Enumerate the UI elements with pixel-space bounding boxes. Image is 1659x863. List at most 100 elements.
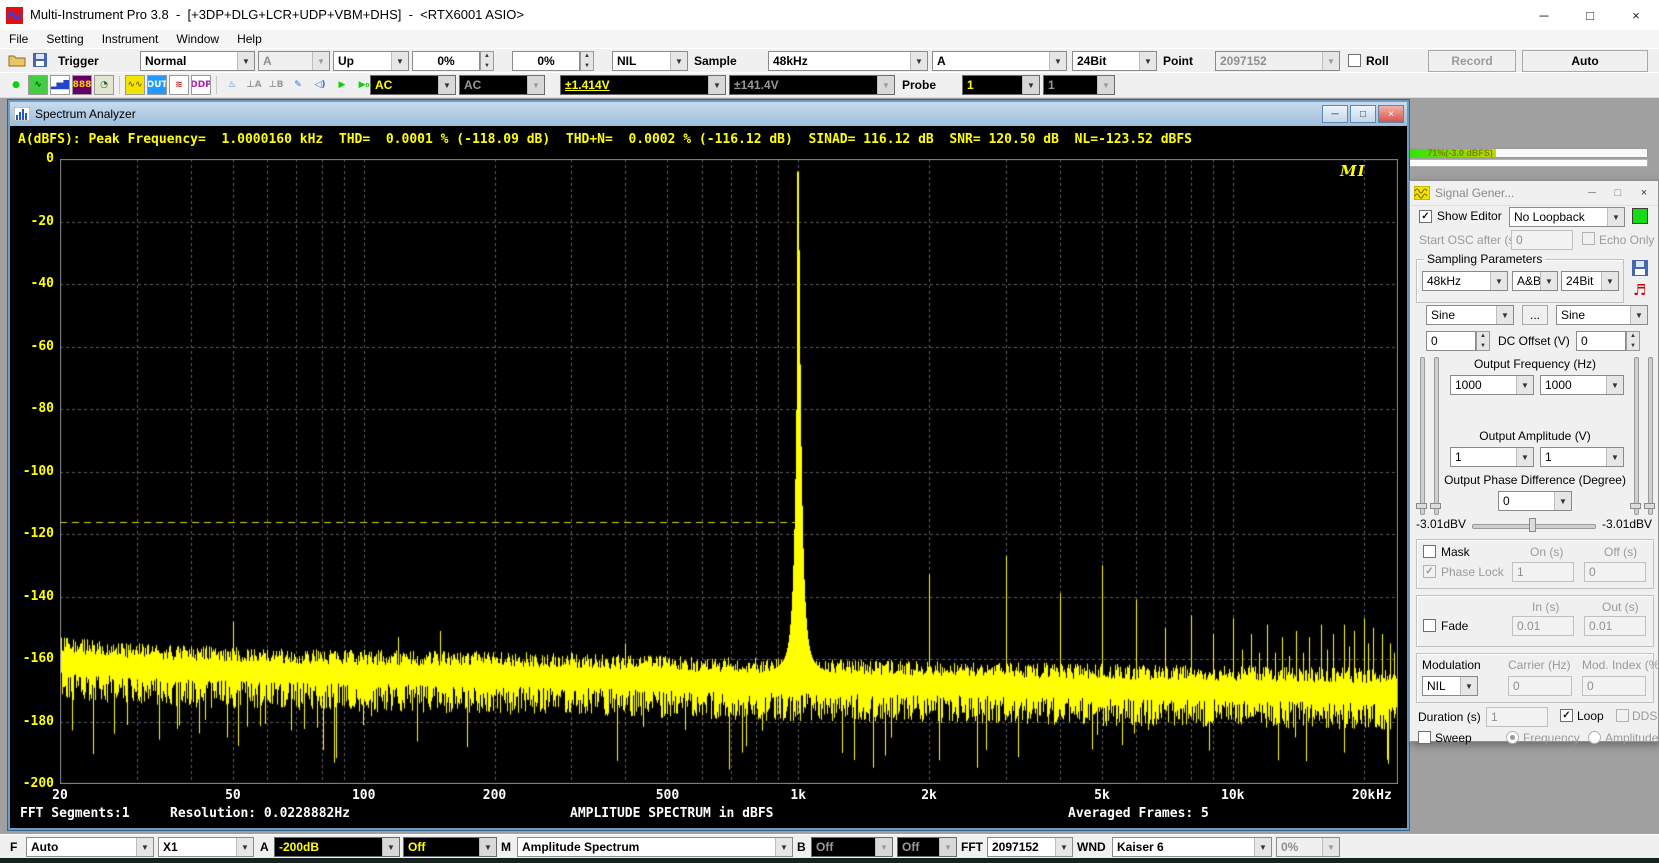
- chevron-down-icon: ▼: [1460, 677, 1477, 695]
- phase-combo[interactable]: 0▼: [1498, 491, 1572, 511]
- frequency-mode-combo[interactable]: Auto▼: [26, 837, 154, 857]
- menu-instrument[interactable]: Instrument: [93, 32, 168, 46]
- music-note-icon[interactable]: ♬: [1633, 281, 1646, 299]
- sample-rate-combo[interactable]: 48kHz▼: [768, 51, 928, 71]
- sound-device-icon[interactable]: ♨: [222, 75, 242, 95]
- range-a-combo[interactable]: ±1.414V▼: [560, 75, 726, 95]
- chevron-down-icon: ▼: [438, 76, 455, 94]
- spectrum-maximize-button[interactable]: □: [1350, 105, 1376, 123]
- device-test-plan-icon[interactable]: OUT: [147, 75, 167, 95]
- signal-generator-icon[interactable]: ∿∿: [125, 75, 145, 95]
- probe-a-combo[interactable]: 1▼: [962, 75, 1040, 95]
- spectrum-close-button[interactable]: ×: [1378, 105, 1404, 123]
- roll-checkbox[interactable]: [1348, 54, 1361, 67]
- close-button[interactable]: ×: [1613, 0, 1659, 30]
- trigger-mode-combo[interactable]: Normal▼: [140, 51, 255, 71]
- toolbar-separator: [119, 76, 120, 94]
- fade-checkbox[interactable]: [1423, 619, 1436, 632]
- a-mode-combo[interactable]: Off▼: [403, 837, 497, 857]
- trigger-delay-spinner[interactable]: ▲▼: [580, 51, 594, 71]
- spectrum-type-label: AMPLITUDE SPECTRUM in dBFS: [570, 806, 774, 821]
- menu-help[interactable]: Help: [228, 32, 271, 46]
- siggen-maximize-button[interactable]: □: [1606, 184, 1630, 202]
- amplitude-a-slider-track[interactable]: [1420, 357, 1425, 515]
- probe-calibration-icon[interactable]: ✎: [288, 75, 308, 95]
- output-phase-label: Output Phase Difference (Degree): [1416, 473, 1654, 487]
- menu-file[interactable]: File: [0, 32, 37, 46]
- dc-offset-a-spinner[interactable]: ▲▼: [1476, 331, 1490, 351]
- trigger-delay-field[interactable]: 0%: [512, 51, 580, 71]
- window-function-combo[interactable]: Kaiser 6▼: [1112, 837, 1272, 857]
- frequency-a-combo[interactable]: 1000▼: [1450, 375, 1534, 395]
- minimize-button[interactable]: ─: [1521, 0, 1567, 30]
- amplitude-b-slider-handle2[interactable]: [1644, 503, 1655, 509]
- amplitude-a-combo[interactable]: 1▼: [1450, 447, 1534, 467]
- spectrum-3d-plotter-icon[interactable]: ◔: [94, 75, 114, 95]
- amplitude-b-slider-track2[interactable]: [1648, 357, 1653, 515]
- dc-offset-a-field[interactable]: 0: [1426, 331, 1476, 351]
- measurement-mode-combo[interactable]: Amplitude Spectrum▼: [517, 837, 793, 857]
- menu-setting[interactable]: Setting: [37, 32, 92, 46]
- chevron-down-icon: ▼: [527, 76, 544, 94]
- sample-channel-combo[interactable]: A▼: [932, 51, 1067, 71]
- show-editor-checkbox[interactable]: ✓: [1419, 210, 1432, 223]
- siggen-close-button[interactable]: ×: [1632, 184, 1656, 202]
- run-icon[interactable]: ●: [6, 75, 26, 95]
- modulation-mode-combo[interactable]: NIL▼: [1422, 676, 1478, 696]
- save-waveform-icon[interactable]: [1631, 259, 1649, 282]
- amplitude-b-slider-track[interactable]: [1634, 357, 1639, 515]
- spectrum-titlebar[interactable]: Spectrum Analyzer ─ □ ×: [10, 102, 1407, 126]
- gen-sample-rate-combo[interactable]: 48kHz▼: [1422, 271, 1508, 291]
- spectrum-analyzer-icon[interactable]: ▂▅▇: [50, 75, 70, 95]
- generator-run-button[interactable]: [1632, 208, 1648, 224]
- amplitude-a-slider-handle2[interactable]: [1430, 503, 1441, 509]
- spectrum-plot[interactable]: [60, 159, 1398, 784]
- x-scale-combo[interactable]: X1▼: [158, 837, 254, 857]
- loop-checkbox[interactable]: ✓: [1560, 709, 1573, 722]
- sample-bits-combo[interactable]: 24Bit▼: [1072, 51, 1157, 71]
- multi-waves-icon[interactable]: ≋: [169, 75, 189, 95]
- oscilloscope-icon[interactable]: ∿: [28, 75, 48, 95]
- channel-a-ref-icon[interactable]: ⊥A: [244, 75, 264, 95]
- spectrum-minimize-button[interactable]: ─: [1322, 105, 1348, 123]
- dc-offset-b-field[interactable]: 0: [1576, 331, 1626, 351]
- menu-window[interactable]: Window: [167, 32, 228, 46]
- amplitude-b-combo[interactable]: 1▼: [1540, 447, 1624, 467]
- a-range-combo[interactable]: -200dB▼: [274, 837, 400, 857]
- waveform-b-combo[interactable]: Sine▼: [1556, 305, 1648, 325]
- trigger-edge-combo[interactable]: Up▼: [333, 51, 409, 71]
- trigger-level-field[interactable]: 0%: [412, 51, 480, 71]
- auto-button[interactable]: Auto: [1522, 50, 1648, 72]
- ddp-viewer-icon[interactable]: DDP: [191, 75, 211, 95]
- signal-generator-titlebar[interactable]: Signal Gener... ─ □ ×: [1410, 181, 1658, 206]
- coupling-a-combo[interactable]: AC▼: [370, 75, 456, 95]
- gen-bits-combo[interactable]: 24Bit▼: [1561, 271, 1619, 291]
- waveform-more-button[interactable]: ...: [1522, 305, 1548, 325]
- siggen-minimize-button[interactable]: ─: [1580, 184, 1604, 202]
- loopback-combo[interactable]: No Loopback▼: [1509, 207, 1625, 227]
- amplitude-b-slider-handle[interactable]: [1630, 503, 1641, 509]
- dc-offset-b-spinner[interactable]: ▲▼: [1626, 331, 1640, 351]
- channel-b-ref-icon[interactable]: ⊥B: [266, 75, 286, 95]
- multimeter-icon[interactable]: 888: [72, 75, 92, 95]
- play-icon[interactable]: ▶: [332, 75, 352, 95]
- waveform-a-combo[interactable]: Sine▼: [1426, 305, 1514, 325]
- amplitude-a-slider-handle[interactable]: [1416, 503, 1427, 509]
- save-icon[interactable]: [32, 52, 48, 73]
- gen-channels-combo[interactable]: A&B▼: [1512, 271, 1558, 291]
- speaker-icon[interactable]: ◁): [310, 75, 330, 95]
- frequency-b-combo[interactable]: 1000▼: [1540, 375, 1624, 395]
- chevron-down-icon: ▼: [312, 52, 329, 70]
- hpf-combo[interactable]: NIL▼: [612, 51, 688, 71]
- open-file-icon[interactable]: [8, 52, 26, 73]
- trigger-level-spinner[interactable]: ▲▼: [480, 51, 494, 71]
- maximize-button[interactable]: □: [1567, 0, 1613, 30]
- sweep-checkbox[interactable]: [1418, 731, 1431, 744]
- amplitude-a-slider-track2[interactable]: [1434, 357, 1439, 515]
- balance-slider-handle[interactable]: [1529, 518, 1536, 532]
- fft-size-combo[interactable]: 2097152▼: [987, 837, 1073, 857]
- mask-on-label: On (s): [1530, 545, 1563, 559]
- measurement-readout: A(dBFS): Peak Frequency= 1.0000160 kHz T…: [18, 132, 1402, 147]
- mask-checkbox[interactable]: [1423, 545, 1436, 558]
- signal-generator-title: Signal Gener...: [1435, 186, 1580, 200]
